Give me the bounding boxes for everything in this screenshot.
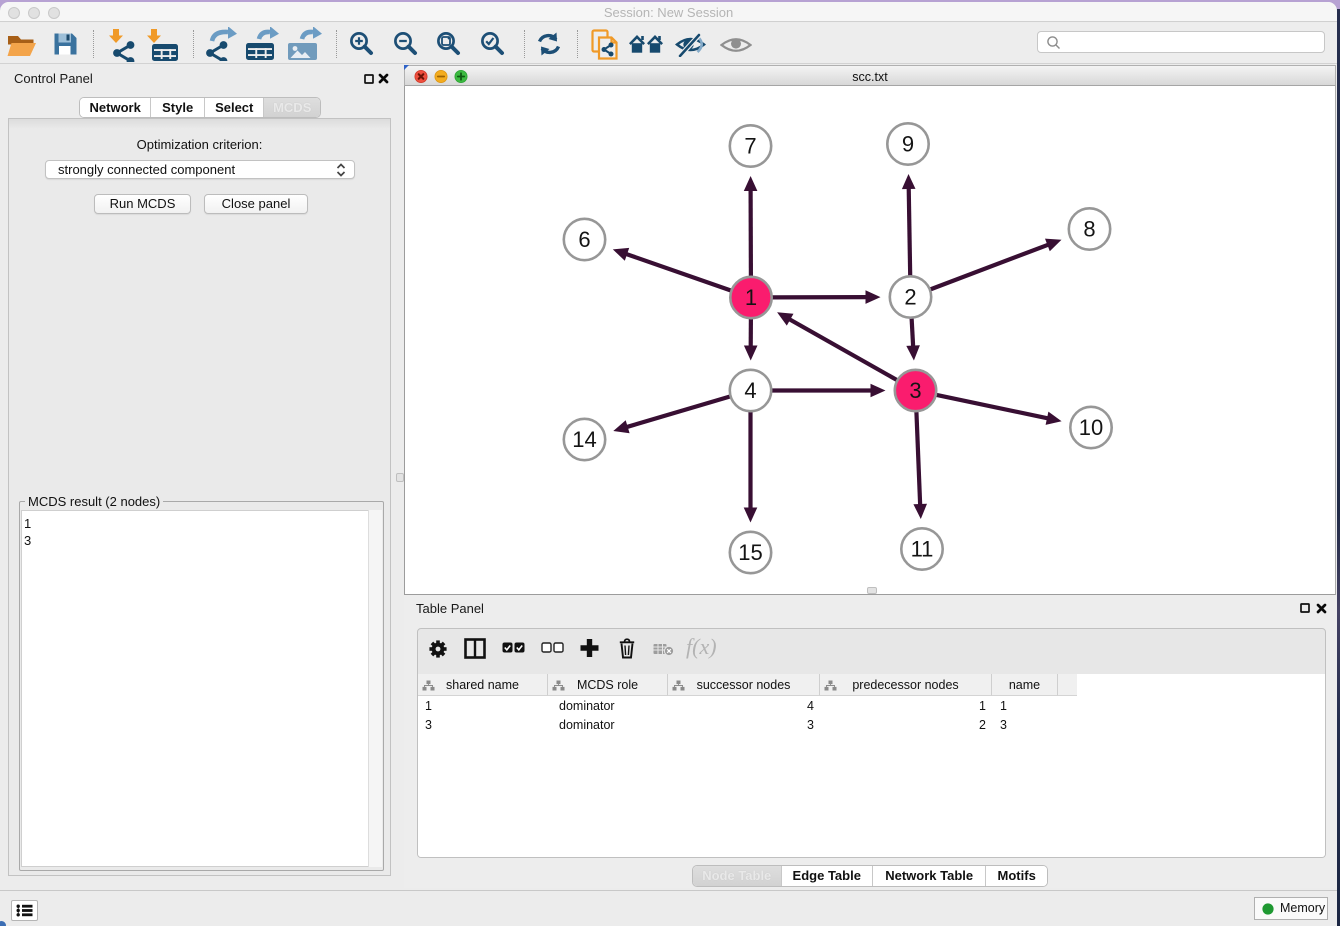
svg-text:14: 14 xyxy=(572,427,596,452)
svg-text:2: 2 xyxy=(904,285,916,310)
svg-text:15: 15 xyxy=(738,540,762,565)
svg-text:4: 4 xyxy=(744,378,756,403)
svg-text:10: 10 xyxy=(1079,415,1103,440)
svg-text:3: 3 xyxy=(909,378,921,403)
svg-text:9: 9 xyxy=(902,132,914,157)
svg-text:1: 1 xyxy=(745,285,757,310)
svg-text:8: 8 xyxy=(1083,217,1095,242)
svg-text:6: 6 xyxy=(578,227,590,252)
svg-text:7: 7 xyxy=(744,134,756,159)
svg-text:11: 11 xyxy=(911,537,934,562)
